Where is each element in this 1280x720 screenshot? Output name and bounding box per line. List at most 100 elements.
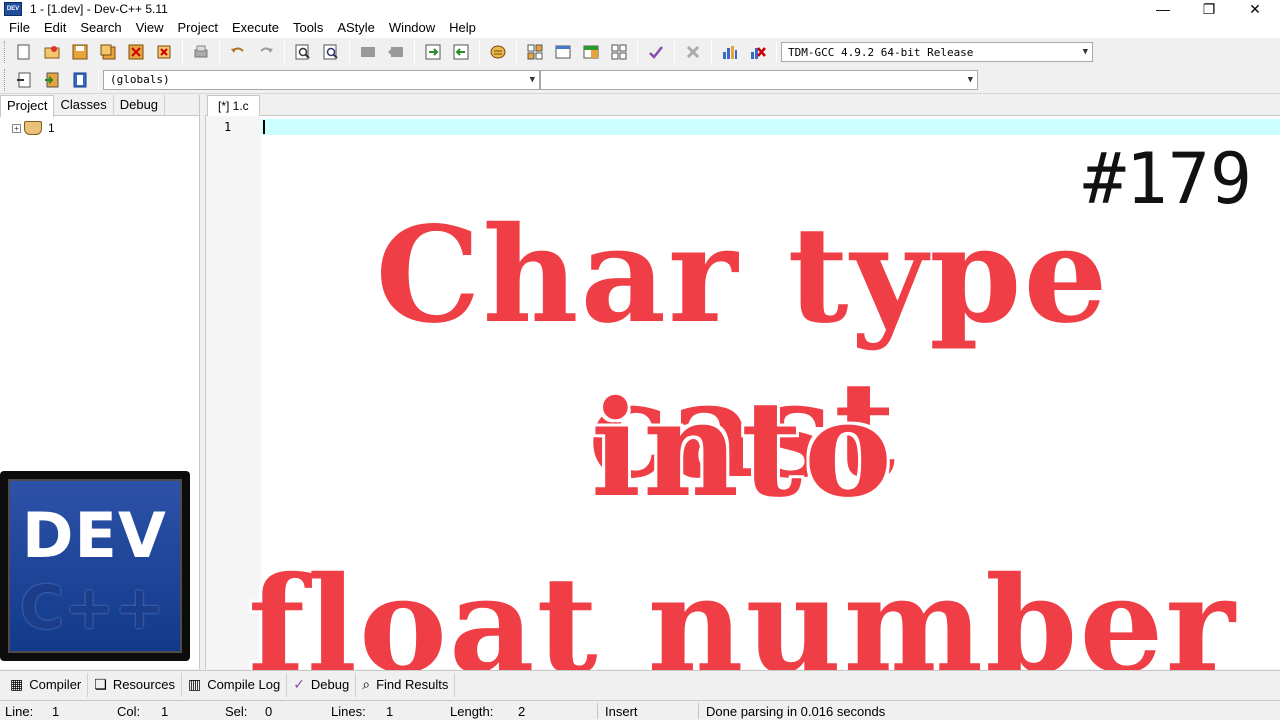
close-file-icon[interactable] (125, 41, 147, 63)
menu-project[interactable]: Project (171, 18, 225, 38)
insert-icon[interactable] (13, 69, 35, 91)
tab-debug-label: Debug (310, 677, 350, 692)
scope-select[interactable]: (globals) ▼ (103, 69, 540, 90)
headline-line-2: into (590, 372, 895, 527)
tab-debug-output[interactable]: ✓ Debug (287, 672, 357, 697)
maximize-button[interactable]: ❐ (1186, 0, 1232, 18)
indent-icon[interactable] (357, 41, 379, 63)
minimize-button[interactable]: — (1140, 0, 1186, 18)
project-tree-label: 1 (48, 121, 55, 135)
status-bar: Line: 1 Col: 1 Sel: 0 Lines: 1 Length: 2… (0, 700, 1280, 720)
project-icon (24, 121, 42, 135)
app-icon: DEV (4, 2, 22, 16)
profile-icon[interactable] (719, 41, 741, 63)
logo-cpp-text: C++ (20, 573, 165, 643)
line-number: 1 (224, 120, 232, 134)
logo-dev-text: DEV (22, 499, 167, 572)
active-line-highlight (261, 119, 1280, 135)
toolbar-separator (98, 68, 99, 91)
toolbar-separator (219, 41, 220, 63)
compile-icon[interactable] (524, 41, 546, 63)
tab-debug[interactable]: Debug (114, 95, 166, 115)
replace-icon[interactable] (320, 41, 342, 63)
status-line-label: Line: (5, 704, 34, 719)
tab-resources-label: Resources (112, 677, 175, 692)
compiler-select[interactable]: TDM-GCC 4.9.2 64-bit Release ▼ (781, 42, 1093, 62)
rebuild-all-icon[interactable] (608, 41, 630, 63)
print-icon[interactable] (190, 41, 212, 63)
tab-classes[interactable]: Classes (54, 95, 114, 115)
toolbar-separator (182, 41, 183, 63)
magnifier-icon: ⌕ (362, 676, 371, 692)
scope-select-value: (globals) (110, 73, 170, 86)
text-caret (263, 120, 265, 134)
goto-bookmark-icon[interactable] (69, 69, 91, 91)
tab-compile-log[interactable]: ▥ Compile Log (182, 672, 288, 697)
resources-icon: ❏ (94, 676, 107, 692)
tab-project[interactable]: Project (0, 95, 55, 117)
toolbar-grip[interactable] (4, 41, 7, 63)
status-length-value: 2 (518, 704, 526, 719)
menu-window[interactable]: Window (382, 18, 442, 38)
menu-execute[interactable]: Execute (225, 18, 286, 38)
compiler-select-value: TDM-GCC 4.9.2 64-bit Release (788, 45, 974, 59)
tab-resources[interactable]: ❏ Resources (88, 672, 182, 697)
open-file-icon[interactable] (41, 41, 63, 63)
menu-file[interactable]: File (2, 18, 37, 38)
new-file-icon[interactable] (13, 41, 35, 63)
save-all-icon[interactable] (97, 41, 119, 63)
menu-bar: File Edit Search View Project Execute To… (0, 18, 1280, 38)
toolbar-separator (349, 41, 350, 63)
tab-find-results[interactable]: ⌕ Find Results (356, 672, 456, 697)
unindent-icon[interactable] (385, 41, 407, 63)
status-sel-value: 0 (265, 704, 273, 719)
status-message: Done parsing in 0.016 seconds (706, 704, 886, 719)
function-select[interactable]: ▼ (540, 69, 978, 90)
chevron-down-icon: ▼ (967, 74, 973, 85)
menu-tools[interactable]: Tools (286, 18, 330, 38)
class-toolbar: (globals) ▼ ▼ (0, 66, 1280, 94)
project-tree-root[interactable]: + 1 (0, 116, 199, 135)
status-col-value: 1 (161, 704, 169, 719)
tab-compiler[interactable]: ▦ Compiler (4, 672, 89, 697)
bottom-panel-tabs: ▦ Compiler ❏ Resources ▥ Compile Log ✓ D… (0, 670, 1280, 698)
editor-tabs: [*] 1.c (205, 95, 1280, 117)
compiler-grid-icon: ▦ (10, 676, 24, 692)
find-icon[interactable] (292, 41, 314, 63)
close-all-icon[interactable] (153, 41, 175, 63)
delete-profile-icon[interactable] (747, 41, 769, 63)
add-to-project-icon[interactable] (422, 41, 444, 63)
tab-file-1c[interactable]: [*] 1.c (207, 95, 260, 117)
toggle-bookmark-icon[interactable] (41, 69, 63, 91)
expand-icon[interactable]: + (12, 123, 21, 133)
redo-icon[interactable] (255, 41, 277, 63)
toolbar-grip[interactable] (4, 68, 7, 91)
status-separator (597, 703, 598, 719)
stop-execution-icon[interactable] (682, 41, 704, 63)
bar-chart-icon: ▥ (187, 676, 202, 692)
menu-view[interactable]: View (129, 18, 171, 38)
menu-astyle[interactable]: AStyle (330, 18, 382, 38)
tab-compiler-label: Compiler (29, 677, 82, 692)
menu-help[interactable]: Help (442, 18, 483, 38)
status-line-value: 1 (52, 704, 60, 719)
run-icon[interactable] (552, 41, 574, 63)
syntax-check-icon[interactable] (645, 41, 667, 63)
close-button[interactable]: ✕ (1232, 0, 1278, 18)
menu-edit[interactable]: Edit (37, 18, 73, 38)
status-mode: Insert (605, 704, 638, 719)
chevron-down-icon: ▼ (1082, 47, 1088, 57)
undo-icon[interactable] (227, 41, 249, 63)
save-icon[interactable] (69, 41, 91, 63)
project-panel-tabs: Project Classes Debug (0, 95, 199, 117)
status-separator (698, 703, 699, 719)
project-options-icon[interactable] (487, 41, 509, 63)
compile-run-icon[interactable] (580, 41, 602, 63)
toolbar-separator (776, 41, 777, 63)
check-icon: ✓ (293, 676, 305, 692)
menu-search[interactable]: Search (73, 18, 128, 38)
toolbar-separator (479, 41, 480, 63)
toolbar-separator (414, 41, 415, 63)
toolbar-separator (674, 41, 675, 63)
remove-from-project-icon[interactable] (450, 41, 472, 63)
